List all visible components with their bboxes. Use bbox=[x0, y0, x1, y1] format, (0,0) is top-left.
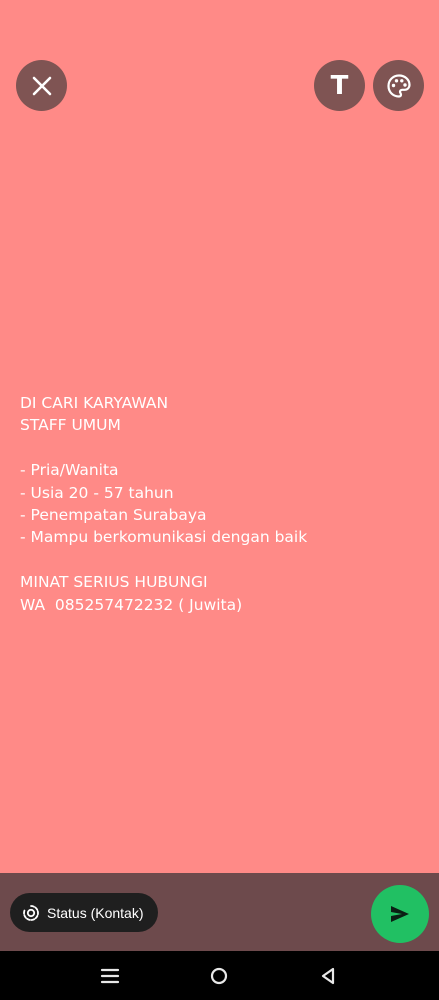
bottom-action-bar: Status (Kontak) bbox=[0, 873, 439, 951]
status-text-line: WA 085257472232 ( Juwita) bbox=[20, 595, 243, 614]
palette-icon bbox=[386, 73, 411, 98]
status-canvas[interactable]: T DI CARI KARYAWAN STAFF UMUM - Pria/Wan… bbox=[0, 0, 439, 873]
close-button[interactable] bbox=[16, 60, 67, 111]
status-audience-label: Status (Kontak) bbox=[47, 904, 144, 921]
status-text-line bbox=[20, 437, 420, 459]
status-text-line: DI CARI KARYAWAN bbox=[20, 394, 169, 412]
status-text-line: STAFF UMUM bbox=[20, 416, 121, 435]
back-icon bbox=[321, 967, 335, 985]
close-icon bbox=[32, 76, 51, 95]
system-navigation-bar bbox=[0, 951, 439, 1000]
status-text-line: - Mampu berkomunikasi dengan baik bbox=[20, 528, 308, 547]
status-text-line: - Pria/Wanita bbox=[20, 461, 119, 480]
status-audience-button[interactable]: Status (Kontak) bbox=[10, 893, 158, 932]
back-button[interactable] bbox=[315, 963, 341, 989]
color-palette-button[interactable] bbox=[373, 60, 424, 111]
recent-apps-button[interactable] bbox=[97, 963, 123, 989]
send-icon bbox=[391, 906, 409, 922]
status-text-line bbox=[20, 549, 420, 571]
home-icon bbox=[210, 967, 228, 985]
status-text-line: - Penempatan Surabaya bbox=[20, 506, 207, 525]
text-style-button[interactable]: T bbox=[314, 60, 365, 111]
status-text-block[interactable]: DI CARI KARYAWAN STAFF UMUM - Pria/Wanit… bbox=[20, 392, 420, 616]
home-button[interactable] bbox=[206, 963, 232, 989]
status-text-line: MINAT SERIUS HUBUNGI bbox=[20, 573, 208, 592]
recent-apps-icon bbox=[100, 968, 120, 984]
text-tool-label: T bbox=[330, 70, 349, 101]
status-ring-icon bbox=[23, 904, 39, 921]
send-button[interactable] bbox=[371, 885, 429, 943]
status-text-line: - Usia 20 - 57 tahun bbox=[20, 483, 174, 502]
